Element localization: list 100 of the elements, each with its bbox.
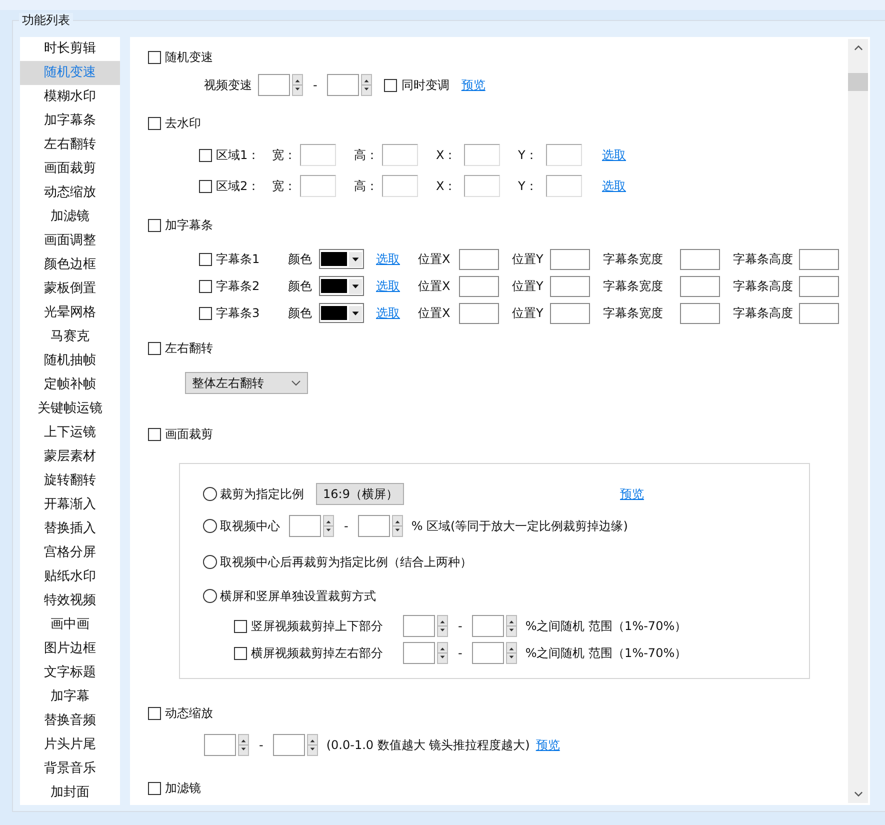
scroll-up-icon[interactable] (854, 45, 862, 51)
sidebar-item[interactable]: 时长剪辑 (20, 37, 120, 61)
input-field[interactable] (459, 248, 499, 270)
select-link[interactable]: 选取 (602, 178, 626, 194)
checkbox[interactable] (199, 252, 212, 266)
sidebar-item[interactable]: 旋转翻转 (20, 469, 120, 493)
select-link[interactable]: 选取 (376, 250, 418, 268)
sidebar-item[interactable]: 特效视频 (20, 589, 120, 613)
number-field[interactable] (204, 734, 236, 756)
input-field[interactable] (546, 144, 582, 166)
sidebar-item[interactable]: 片头片尾 (20, 733, 120, 757)
sidebar-item[interactable]: 加字幕条 (20, 109, 120, 133)
input-field[interactable] (799, 276, 839, 296)
input-field[interactable] (550, 248, 590, 270)
scrollbar-thumb[interactable] (848, 73, 868, 91)
sidebar-item[interactable]: 加封面 (20, 781, 120, 805)
sidebar-item[interactable]: 马赛克 (20, 325, 120, 349)
input-field[interactable] (300, 175, 336, 197)
color-picker[interactable] (319, 249, 364, 269)
checkbox[interactable] (199, 306, 212, 320)
sidebar-item[interactable]: 画中画 (20, 613, 120, 637)
input-field[interactable] (680, 276, 720, 296)
radio-button[interactable] (203, 555, 217, 569)
number-field[interactable] (289, 515, 321, 537)
sidebar-item[interactable]: 替换音频 (20, 709, 120, 733)
number-field[interactable] (258, 74, 290, 96)
input-field[interactable] (546, 175, 582, 197)
spin-buttons[interactable] (437, 615, 448, 637)
input-field[interactable] (799, 248, 839, 270)
sidebar-item[interactable]: 加滤镜 (20, 205, 120, 229)
checkbox[interactable] (148, 782, 161, 794)
spin-buttons[interactable] (392, 515, 404, 537)
sidebar-item[interactable]: 开幕渐入 (20, 493, 120, 517)
spin-buttons[interactable] (506, 642, 518, 664)
sidebar-item[interactable]: 定帧补帧 (20, 373, 120, 397)
sidebar-item[interactable]: 背景音乐 (20, 757, 120, 781)
sidebar-item[interactable]: 宫格分屏 (20, 541, 120, 565)
preview-link[interactable]: 预览 (620, 486, 644, 502)
sidebar-item[interactable]: 蒙板倒置 (20, 277, 120, 301)
spin-buttons[interactable] (292, 74, 303, 96)
select-link[interactable]: 选取 (376, 278, 418, 294)
input-field[interactable] (680, 302, 720, 324)
number-field[interactable] (403, 615, 435, 637)
spin-buttons[interactable] (506, 615, 518, 637)
input-field[interactable] (459, 276, 499, 296)
input-field[interactable] (550, 276, 590, 296)
sidebar-item[interactable]: 关键帧运镜 (20, 397, 120, 421)
sidebar-item[interactable]: 模糊水印 (20, 85, 120, 109)
sidebar-item[interactable]: 左右翻转 (20, 133, 120, 157)
spin-buttons[interactable] (323, 515, 334, 537)
sidebar-item[interactable]: 颜色边框 (20, 253, 120, 277)
radio-button[interactable] (203, 487, 217, 501)
sidebar-item[interactable]: 贴纸水印 (20, 565, 120, 589)
sidebar-item[interactable]: 蒙层素材 (20, 445, 120, 469)
sidebar-item[interactable]: 图片边框 (20, 637, 120, 661)
input-field[interactable] (464, 144, 500, 166)
input-field[interactable] (680, 248, 720, 270)
select-link[interactable]: 选取 (602, 146, 626, 164)
checkbox[interactable] (148, 706, 161, 720)
color-picker[interactable] (319, 303, 364, 323)
spin-buttons[interactable] (361, 74, 372, 96)
input-field[interactable] (799, 302, 839, 324)
spin-buttons[interactable] (437, 642, 448, 664)
input-field[interactable] (459, 302, 499, 324)
ratio-dropdown[interactable]: 16:9（横屏） (316, 483, 404, 505)
sidebar-item[interactable]: 动态缩放 (20, 181, 120, 205)
preview-link[interactable]: 预览 (536, 736, 560, 754)
sidebar-item[interactable]: 加字幕 (20, 685, 120, 709)
spin-buttons[interactable] (307, 734, 318, 756)
scroll-down-icon[interactable] (854, 791, 862, 797)
checkbox[interactable] (148, 428, 161, 440)
input-field[interactable] (382, 175, 418, 197)
number-field[interactable] (358, 515, 390, 537)
preview-link[interactable]: 预览 (461, 76, 486, 94)
checkbox[interactable] (199, 280, 212, 292)
input-field[interactable] (464, 175, 500, 197)
input-field[interactable] (300, 144, 336, 166)
radio-button[interactable] (203, 519, 217, 533)
radio-button[interactable] (203, 589, 217, 603)
number-field[interactable] (273, 734, 306, 756)
checkbox[interactable] (234, 646, 247, 660)
sidebar-item[interactable]: 随机抽帧 (20, 349, 120, 373)
checkbox[interactable] (199, 148, 212, 162)
checkbox[interactable] (148, 116, 161, 130)
input-field[interactable] (550, 302, 590, 324)
checkbox[interactable] (148, 218, 161, 232)
checkbox[interactable] (148, 50, 161, 64)
number-field[interactable] (472, 615, 504, 637)
sidebar-item[interactable]: 光晕网格 (20, 301, 120, 325)
checkbox[interactable] (148, 342, 161, 354)
number-field[interactable] (327, 74, 360, 96)
number-field[interactable] (403, 642, 435, 664)
checkbox[interactable] (384, 78, 398, 92)
checkbox[interactable] (199, 180, 212, 192)
sidebar-item[interactable]: 画面裁剪 (20, 157, 120, 181)
spin-buttons[interactable] (238, 734, 249, 756)
flip-mode-dropdown[interactable]: 整体左右翻转 (185, 372, 308, 394)
sidebar-item[interactable]: 替换插入 (20, 517, 120, 541)
color-picker[interactable] (319, 276, 364, 296)
sidebar-item[interactable]: 上下运镜 (20, 421, 120, 445)
